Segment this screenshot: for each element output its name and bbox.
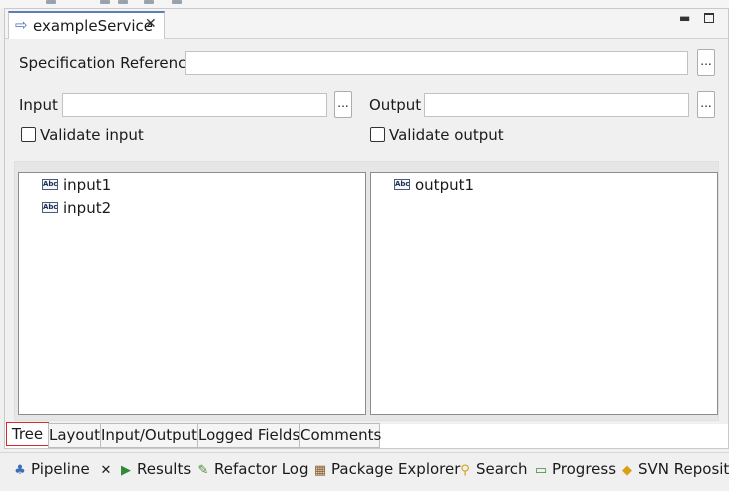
view-tab-label: Refactor Log bbox=[214, 460, 309, 478]
input-field[interactable] bbox=[62, 93, 327, 117]
tab-tree[interactable]: Tree bbox=[6, 422, 49, 446]
maximize-icon[interactable] bbox=[704, 13, 714, 23]
view-tab-search[interactable]: ⚲ Search bbox=[458, 460, 528, 484]
view-tab-pipeline[interactable]: ♣ Pipeline ✕ bbox=[13, 460, 111, 484]
tab-logged-fields[interactable]: Logged Fields bbox=[197, 423, 300, 448]
tab-comments[interactable]: Comments bbox=[299, 423, 381, 448]
view-tab-label: Progress bbox=[552, 460, 617, 478]
results-icon: ▶ bbox=[121, 463, 131, 478]
toolbar-icon[interactable] bbox=[144, 0, 154, 4]
close-icon[interactable]: ✕ bbox=[101, 463, 112, 478]
refactor-log-icon: ✎ bbox=[197, 463, 209, 478]
abc-string-icon: Abc bbox=[42, 202, 58, 213]
spec-ref-label: Specification Reference bbox=[19, 54, 196, 72]
validate-input-label: Validate input bbox=[40, 126, 144, 144]
output-browse-button[interactable]: ... bbox=[697, 91, 715, 118]
view-tab-results[interactable]: ▶ Results bbox=[119, 460, 191, 484]
close-icon[interactable]: ✕ bbox=[145, 16, 157, 32]
view-tab-label: Pipeline bbox=[31, 460, 90, 478]
input-tree[interactable]: Abc input1 Abc input2 bbox=[18, 172, 366, 415]
tree-node-input2[interactable]: Abc input2 bbox=[42, 198, 192, 220]
search-icon: ⚲ bbox=[460, 463, 470, 478]
spec-ref-browse-button[interactable]: ... bbox=[697, 49, 715, 76]
output-field[interactable] bbox=[424, 93, 689, 117]
tree-node-label: input2 bbox=[63, 199, 112, 217]
view-tab-progress[interactable]: ▭ Progress bbox=[534, 460, 616, 484]
editor-tab[interactable]: ⇨ exampleService ✕ bbox=[8, 11, 165, 40]
view-tab-label: SVN Reposito bbox=[638, 460, 729, 478]
minimize-icon[interactable]: ▬ bbox=[679, 11, 690, 25]
toolbar-icon[interactable] bbox=[46, 0, 56, 4]
output-label: Output bbox=[369, 96, 422, 114]
abc-string-icon: Abc bbox=[42, 179, 58, 190]
input-browse-button[interactable]: ... bbox=[334, 91, 352, 118]
view-tab-refactor-log[interactable]: ✎ Refactor Log bbox=[196, 460, 309, 484]
editor-body: Specification Reference ... Input ... Ou… bbox=[5, 39, 728, 424]
view-tab-label: Package Explorer bbox=[331, 460, 461, 478]
tree-node-input1[interactable]: Abc input1 bbox=[42, 175, 192, 197]
tab-input-output[interactable]: Input/Output bbox=[100, 423, 198, 448]
spec-ref-input[interactable] bbox=[185, 51, 688, 75]
views-tab-bar: ♣ Pipeline ✕ ▶ Results ✎ Refactor Log ▦ Pack… bbox=[0, 452, 729, 491]
top-toolbar-sliver bbox=[0, 0, 729, 8]
output-tree[interactable]: Abc output1 bbox=[370, 172, 718, 415]
validate-output-label: Validate output bbox=[389, 126, 504, 144]
pipeline-icon: ♣ bbox=[14, 463, 26, 478]
tree-panel: Abc input1 Abc input2 Abc output1 bbox=[14, 161, 719, 421]
view-tab-label: Results bbox=[137, 460, 192, 478]
tree-node-label: output1 bbox=[415, 176, 475, 194]
svn-repository-icon: ◆ bbox=[622, 463, 632, 478]
editor-tab-bar: ⇨ exampleService ✕ ▬ bbox=[5, 9, 728, 40]
input-label: Input bbox=[19, 96, 58, 114]
toolbar-icon[interactable] bbox=[100, 0, 110, 4]
abc-string-icon: Abc bbox=[394, 179, 410, 190]
validate-input-checkbox[interactable] bbox=[21, 127, 36, 142]
validate-output-checkbox[interactable] bbox=[370, 127, 385, 142]
progress-icon: ▭ bbox=[534, 463, 548, 478]
tree-node-output1[interactable]: Abc output1 bbox=[394, 175, 544, 197]
toolbar-icon[interactable] bbox=[172, 0, 182, 4]
package-explorer-icon: ▦ bbox=[313, 463, 327, 478]
tree-node-label: input1 bbox=[63, 176, 112, 194]
view-tab-label: Search bbox=[476, 460, 528, 478]
editor-tab-title: exampleService bbox=[33, 17, 153, 35]
toolbar-icon[interactable] bbox=[118, 0, 128, 4]
arrow-right-icon: ⇨ bbox=[15, 16, 28, 34]
view-tab-package-explorer[interactable]: ▦ Package Explorer bbox=[313, 460, 461, 484]
service-editor: ⇨ exampleService ✕ ▬ Specification Refer… bbox=[4, 8, 729, 449]
view-tab-svn-repository[interactable]: ◆ SVN Reposito bbox=[620, 460, 729, 484]
tab-layout[interactable]: Layout bbox=[48, 423, 101, 448]
